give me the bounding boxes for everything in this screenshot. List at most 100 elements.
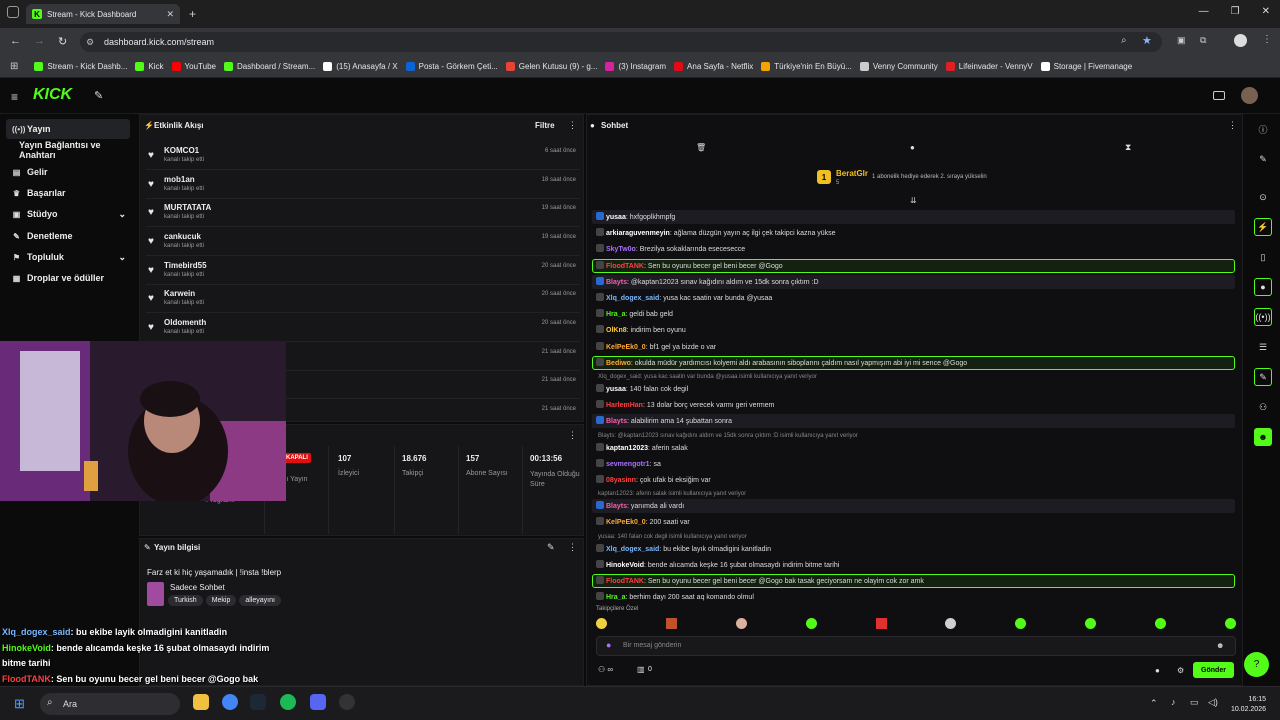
extension-icon[interactable]: ▣ <box>1177 35 1186 46</box>
chat-message[interactable]: kaptan12023: aferin salak <box>596 442 688 452</box>
user-avatar[interactable] <box>1241 87 1258 104</box>
bookmark-item[interactable]: YouTube <box>171 62 216 71</box>
chat-message[interactable]: SkyTw0o: Brezilya sokaklarında esecesecc… <box>596 244 745 253</box>
tag[interactable]: Mekip <box>205 595 237 606</box>
chat-username[interactable]: Hra_a <box>606 311 625 318</box>
reload-icon[interactable]: ↻ <box>58 35 67 48</box>
tag[interactable]: Turkish <box>168 595 203 606</box>
nav-item-topluluk[interactable]: ⚑ Topluluk ⌄ <box>6 247 130 267</box>
bookmark-item[interactable]: Lifeinvader - VennyV <box>945 62 1033 71</box>
info-icon[interactable]: ⓘ <box>1254 120 1272 138</box>
tab-search-icon[interactable] <box>7 6 19 18</box>
scroll-down-icon[interactable]: ⇊ <box>910 196 917 205</box>
nav-item-denetleme[interactable]: ✎ Denetleme <box>6 226 130 246</box>
chat-username[interactable]: yusaa <box>606 214 626 221</box>
site-info-icon[interactable]: ⚙ <box>86 37 94 48</box>
bookmark-item[interactable]: Türkiye'nin En Büyü... <box>761 62 852 71</box>
spotify-icon[interactable] <box>280 694 296 710</box>
bottom-counter-icon[interactable]: ▥ <box>637 665 645 674</box>
profile-avatar[interactable] <box>1234 34 1247 47</box>
bookmark-item[interactable]: Dashboard / Stream... <box>223 62 315 71</box>
wrench-rail-icon[interactable]: ✎ <box>1254 368 1272 386</box>
broadcast-rail-icon[interactable]: ((•)) <box>1254 308 1272 326</box>
phone-icon[interactable]: ▯ <box>1254 248 1272 266</box>
close-tab-icon[interactable]: ✕ <box>166 9 174 20</box>
zoom-icon[interactable]: ⌕ <box>1121 35 1127 46</box>
menu-dots-icon[interactable]: ⋮ <box>1262 34 1272 45</box>
hourglass-icon[interactable]: ⧗ <box>1125 142 1131 153</box>
chat-message[interactable]: arkiaraguvenmeyin: ağlama düzgün yayın a… <box>596 228 836 237</box>
chat-message[interactable]: Blayts: @kaptan12023 sınav kağıdını aldı… <box>596 276 819 286</box>
info-menu-icon[interactable]: ⋮ <box>568 542 577 553</box>
chat-message[interactable]: Hra_a: geldi bab geld <box>596 309 673 318</box>
network-icon[interactable]: ▭ <box>1190 697 1199 708</box>
chat-username[interactable]: Blayts <box>606 418 627 425</box>
chat-rail-icon[interactable]: ● <box>1254 278 1272 296</box>
bookmark-item[interactable]: Gelen Kutusu (9) - g... <box>505 62 597 71</box>
edit-icon[interactable]: ✎ <box>547 542 555 553</box>
chat-message[interactable]: Bediwo: okulda müdür yardımcısı kolyemi … <box>596 357 967 367</box>
forward-icon[interactable]: → <box>34 35 45 47</box>
minimize-icon[interactable]: — <box>1199 6 1209 17</box>
category-name[interactable]: Sadece Sohbet <box>170 583 225 592</box>
bookmark-star-icon[interactable]: ★ <box>1142 34 1152 47</box>
chat-username[interactable]: KelPeEk0_0 <box>606 344 646 351</box>
wallet-header-icon[interactable] <box>1213 91 1225 100</box>
bolt-rail-icon[interactable]: ⚡ <box>1254 218 1272 236</box>
nav-item-basarilar[interactable]: ♛ Başarılar <box>6 183 130 203</box>
pinned-user[interactable]: BeratGlr <box>836 169 868 178</box>
chat-message[interactable]: yusaa: hxfgoplkhmpfg <box>596 212 675 221</box>
chat-message[interactable]: Xlq_dogex_said: bu ekibe layık olmadigin… <box>596 543 771 553</box>
camera-icon[interactable]: ⊙ <box>1254 188 1272 206</box>
chat-username[interactable]: OlKn8 <box>606 327 627 334</box>
kick-logo[interactable]: KICK <box>33 86 72 104</box>
nav-item-studyo[interactable]: ▣ Stüdyo ⌄ <box>6 204 130 224</box>
clock-date[interactable]: 10.02.2026 <box>1226 706 1266 713</box>
bot-rail-icon[interactable]: ☻ <box>1254 428 1272 446</box>
chat-message[interactable]: HinokeVoid: bende alıcamda keşke 16 şuba… <box>596 559 839 569</box>
send-button[interactable]: Gönder <box>1193 662 1234 678</box>
discord-icon[interactable] <box>310 694 326 710</box>
chat-username[interactable]: 08yasinn <box>606 477 636 484</box>
chat-username[interactable]: arkiaraguvenmeyin <box>606 230 670 237</box>
chat-username[interactable]: FloodTANK <box>606 263 644 270</box>
chat-username[interactable]: Blayts <box>606 279 627 286</box>
chat-message[interactable]: yusaa: 140 falan cok degil <box>596 384 688 393</box>
emote-icon[interactable] <box>1015 618 1027 629</box>
chat-menu-icon[interactable]: ⋮ <box>1228 120 1237 131</box>
volume-icon[interactable]: ◁) <box>1208 697 1218 708</box>
bookmark-item[interactable]: Storage | Fivemanage <box>1040 62 1132 71</box>
stats-menu-icon[interactable]: ⋮ <box>568 430 577 441</box>
pencil-icon[interactable]: ✎ <box>1254 150 1272 168</box>
puzzle-icon[interactable]: ⧉ <box>1200 35 1206 46</box>
chat-input[interactable] <box>596 636 1236 656</box>
file-explorer-icon[interactable] <box>193 694 209 710</box>
chat-message[interactable]: KelPeEk0_0: bf1 gel ya bizde o var <box>596 341 716 351</box>
emote-icon[interactable] <box>875 618 887 629</box>
chrome-icon[interactable] <box>222 694 238 710</box>
windows-start-icon[interactable]: ⊞ <box>14 696 25 712</box>
emote-icon[interactable] <box>596 618 607 629</box>
points-icon[interactable]: ⚇ ∞ <box>598 665 613 674</box>
tray-chevron-icon[interactable]: ⌃ <box>1150 698 1158 709</box>
filter-button[interactable]: Filtre <box>535 121 555 130</box>
microphone-icon[interactable]: ♪ <box>1171 697 1176 707</box>
browser-tab[interactable]: K Stream - Kick Dashboard ✕ <box>26 4 180 24</box>
new-tab-button[interactable]: + <box>189 7 196 21</box>
chat-message[interactable]: KelPeEk0_0: 200 saati var <box>596 517 690 526</box>
bookmark-item[interactable]: (15) Anasayfa / X <box>323 62 398 71</box>
chat-username[interactable]: Hra_a <box>606 594 625 601</box>
chat-username[interactable]: HarlemHan <box>606 402 643 409</box>
address-input[interactable]: dashboard.kick.com/stream <box>80 32 1162 52</box>
chat-username[interactable]: Bediwo <box>606 360 631 367</box>
layers-icon[interactable]: ☰ <box>1254 338 1272 356</box>
chat-username[interactable]: SkyTw0o <box>606 246 636 253</box>
emote-icon[interactable] <box>735 618 747 629</box>
chat-message[interactable]: Blayts: alabilirim ama 14 şubattan sonra <box>596 416 732 425</box>
chat-emote-icon[interactable]: ● <box>1155 666 1160 675</box>
back-icon[interactable]: ← <box>10 35 21 47</box>
emote-icon[interactable] <box>1155 618 1166 629</box>
help-fab-icon[interactable]: ? <box>1244 652 1269 677</box>
tag[interactable]: alleyayını <box>239 595 281 606</box>
bookmark-item[interactable]: Venny Community <box>859 62 938 71</box>
